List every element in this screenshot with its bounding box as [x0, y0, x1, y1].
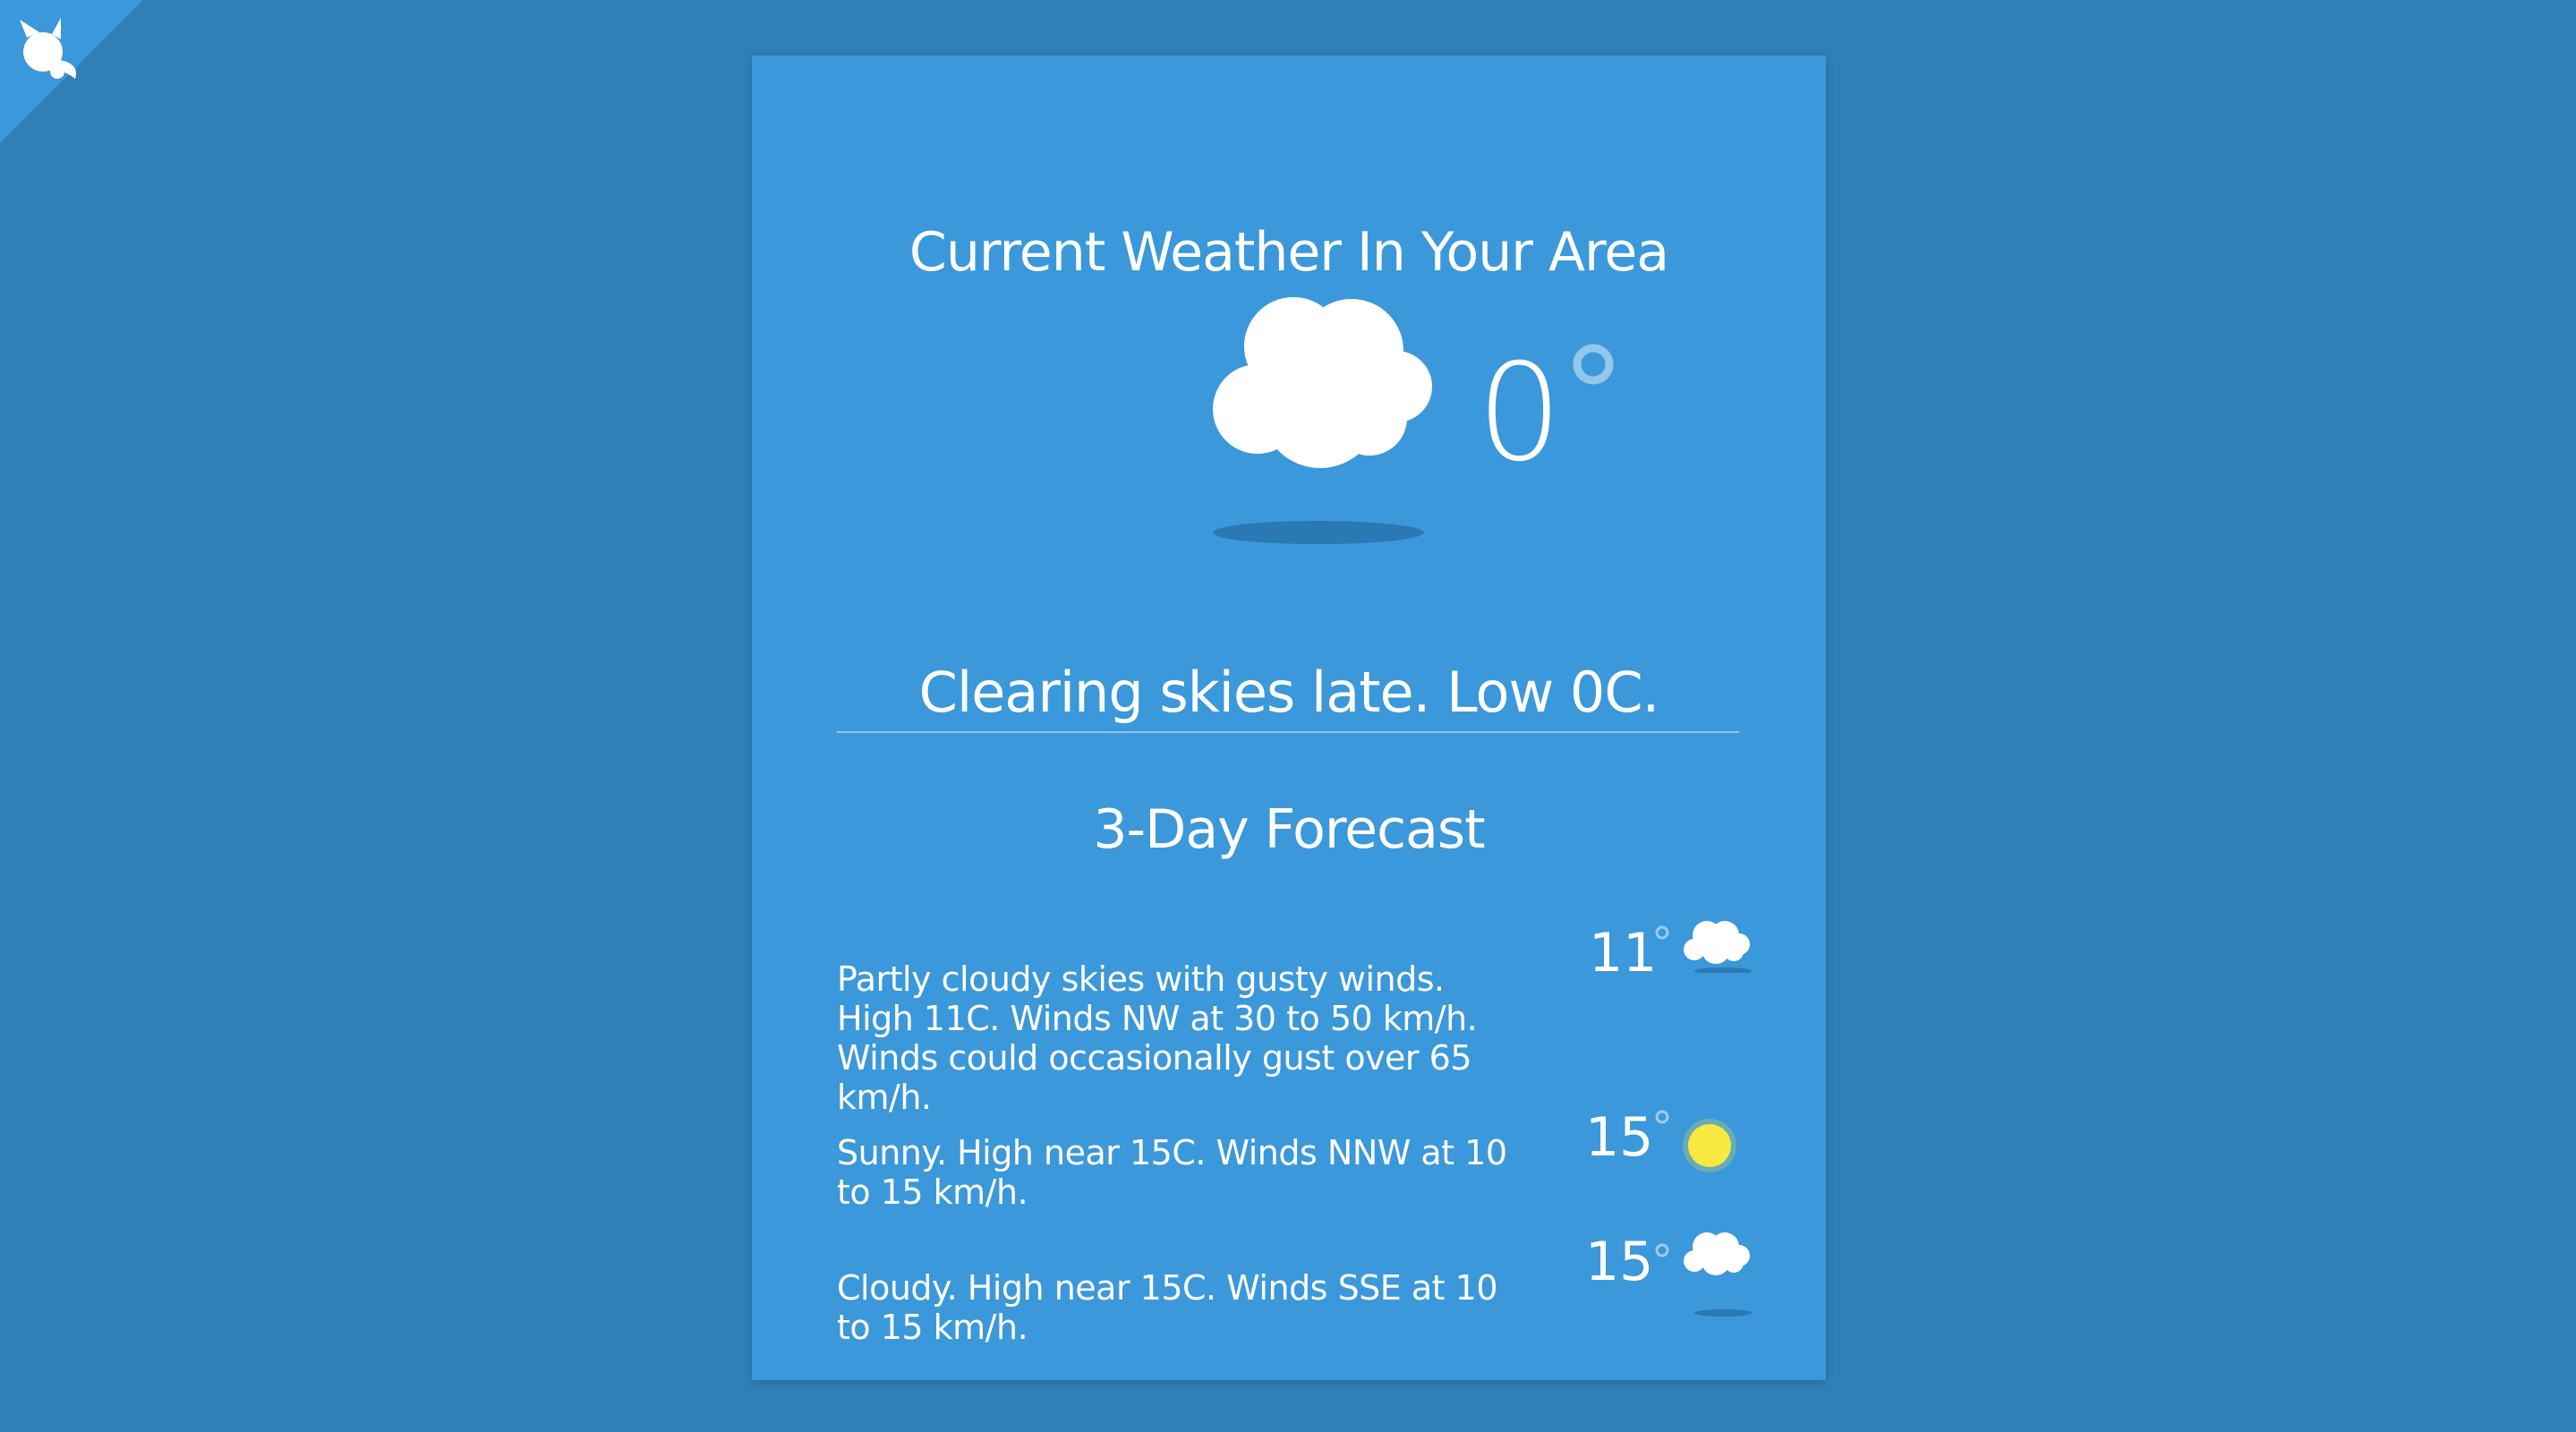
- forecast-day-temperature: 11: [1589, 922, 1658, 984]
- divider: [837, 731, 1739, 733]
- forecast-day-temperature: 15: [1585, 1106, 1654, 1169]
- forecast-title: 3-Day Forecast: [1093, 798, 1485, 861]
- forecast-day-text: Partly cloudy skies with gusty winds. Hi…: [837, 959, 1478, 1117]
- cloud-shadow: [1213, 521, 1424, 544]
- forecast-day-text: Cloudy. High near 15C. Winds SSE at 10 t…: [837, 1268, 1498, 1347]
- forecast-day-text: Sunny. High near 15C. Winds NNW at 10 to…: [837, 1133, 1507, 1212]
- cloud-icon: [1678, 910, 1759, 975]
- current-summary: Clearing skies late. Low 0C.: [918, 660, 1660, 725]
- degree-symbol-icon: [1653, 924, 1671, 942]
- degree-symbol-icon: [1566, 337, 1620, 391]
- forecast-day-temperature: 15: [1585, 1231, 1654, 1293]
- degree-symbol-icon: [1653, 1108, 1671, 1126]
- cloud-icon: [1204, 261, 1454, 485]
- degree-symbol-icon: [1653, 1241, 1671, 1259]
- sun-icon: [1683, 1119, 1745, 1181]
- corner-logo-badge[interactable]: [0, 0, 143, 143]
- weather-card: Current Weather In Your Area 0 Clearing …: [752, 55, 1826, 1380]
- cloud-icon: [1678, 1225, 1759, 1318]
